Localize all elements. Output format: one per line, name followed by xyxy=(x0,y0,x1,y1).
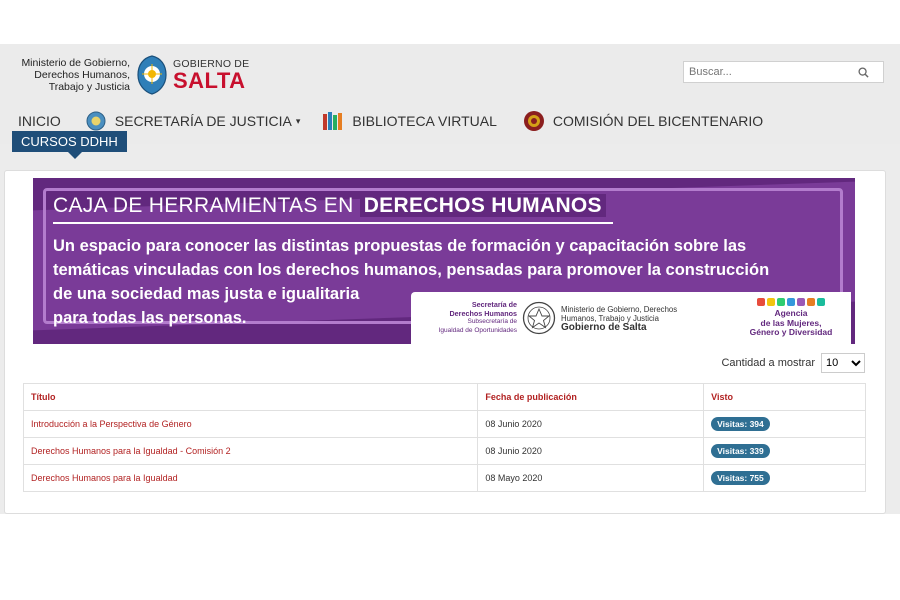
logo-text: Igualdad de Oportunidades xyxy=(438,326,517,334)
banner-title: CAJA DE HERRAMIENTAS EN DERECHOS HUMANOS xyxy=(53,194,606,218)
views-cell: Visitas: 755 xyxy=(703,464,866,492)
books-icon xyxy=(323,112,343,130)
publication-date: 08 Junio 2020 xyxy=(477,437,705,465)
page-size-control: Cantidad a mostrar 10 xyxy=(721,353,865,373)
nav-label: BIBLIOTECA VIRTUAL xyxy=(352,113,497,129)
justice-shield-icon xyxy=(86,111,106,131)
logo-text: Subsecretaría de xyxy=(467,318,517,325)
course-title-link[interactable]: Derechos Humanos para la Igualdad xyxy=(22,464,479,492)
banner-title-highlight: DERECHOS HUMANOS xyxy=(359,194,606,217)
logo-text: Género y Diversidad xyxy=(749,327,833,338)
nav-label: COMISIÓN DEL BICENTENARIO xyxy=(552,113,764,129)
courses-table: Título Fecha de publicación Visto Introd… xyxy=(22,383,866,492)
faces-icon xyxy=(741,298,841,307)
search-box xyxy=(683,61,884,83)
logo-text: Gobierno de Salta xyxy=(561,321,647,333)
ministry-name: Ministerio de Gobierno, Derechos Humanos… xyxy=(12,57,130,93)
page-frame: Ministerio de Gobierno, Derechos Humanos… xyxy=(0,44,900,514)
gov-big-text: SALTA xyxy=(173,67,246,93)
logo-text: Ministerio de Gobierno, Derechos xyxy=(561,304,678,314)
views-badge: Visitas: 339 xyxy=(711,444,770,458)
banner-title-prefix: CAJA DE HERRAMIENTAS EN xyxy=(53,194,354,217)
nav-item-cursos-ddhh[interactable]: CURSOS DDHH xyxy=(12,131,127,159)
banner-text-line: Un espacio para conocer las distintas pr… xyxy=(53,237,747,255)
views-cell: Visitas: 394 xyxy=(703,410,866,438)
course-title-link[interactable]: Introducción a la Perspectiva de Género xyxy=(22,410,479,438)
logo-text: Derechos Humanos xyxy=(449,308,517,318)
nav-label: INICIO xyxy=(18,113,61,129)
publication-date: 08 Mayo 2020 xyxy=(477,464,705,492)
site-logo[interactable]: Ministerio de Gobierno, Derechos Humanos… xyxy=(12,54,249,96)
ministry-line: Derechos Humanos, xyxy=(34,69,130,81)
publication-date: 08 Junio 2020 xyxy=(477,410,705,438)
table-row: Derechos Humanos para la Igualdad - Comi… xyxy=(22,437,866,465)
bicentenario-seal-icon xyxy=(523,111,544,131)
column-header-fecha[interactable]: Fecha de publicación xyxy=(477,383,705,411)
search-icon[interactable] xyxy=(854,63,872,81)
main-nav: INICIO SECRETARÍA DE JUSTICIA ▾ BIBLIOTE… xyxy=(0,106,900,136)
secretaria-ddhh-logo: Secretaría de Derechos Humanos Subsecret… xyxy=(411,300,517,335)
course-title-link[interactable]: Derechos Humanos para la Igualdad - Comi… xyxy=(22,437,479,465)
ministerio-logo-text: Ministerio de Gobierno, Derechos Humanos… xyxy=(561,304,681,333)
column-header-titulo[interactable]: Título xyxy=(22,383,479,411)
agencia-mujeres-logo: Agencia de las Mujeres, Género y Diversi… xyxy=(741,298,841,338)
table-header-row: Título Fecha de publicación Visto xyxy=(22,383,866,411)
nav-label: SECRETARÍA DE JUSTICIA xyxy=(114,113,292,129)
views-cell: Visitas: 339 xyxy=(703,437,866,465)
views-badge: Visitas: 755 xyxy=(711,471,770,485)
search-input[interactable] xyxy=(684,62,854,82)
table-row: Derechos Humanos para la Igualdad 08 May… xyxy=(22,464,866,492)
ministry-line: Ministerio de Gobierno, xyxy=(21,57,130,69)
column-header-visto[interactable]: Visto xyxy=(703,383,866,411)
nav-item-comision-bicentenario[interactable]: COMISIÓN DEL BICENTENARIO xyxy=(523,110,763,132)
ministry-line: Trabajo y Justicia xyxy=(48,81,130,93)
chevron-down-icon: ▾ xyxy=(295,115,301,126)
page-size-select[interactable]: 10 xyxy=(821,353,865,373)
banner-logos: Secretaría de Derechos Humanos Subsecret… xyxy=(411,292,851,344)
banner-text-line: temáticas vinculadas con los derechos hu… xyxy=(53,261,770,279)
banner-title-underline xyxy=(53,222,613,224)
nav-item-inicio[interactable]: INICIO xyxy=(18,113,61,129)
nav-item-biblioteca-virtual[interactable]: BIBLIOTECA VIRTUAL xyxy=(322,110,497,132)
views-badge: Visitas: 394 xyxy=(711,417,770,431)
nav-item-secretaria-justicia[interactable]: SECRETARÍA DE JUSTICIA ▾ xyxy=(85,110,301,132)
derechos-humanos-banner: CAJA DE HERRAMIENTAS EN DERECHOS HUMANOS… xyxy=(33,178,855,344)
gobierno-logo-text: GOBIERNO DE SALTA xyxy=(173,58,249,93)
main-content: CAJA DE HERRAMIENTAS EN DERECHOS HUMANOS… xyxy=(4,170,886,514)
site-header: Ministerio de Gobierno, Derechos Humanos… xyxy=(0,44,900,159)
page-size-label: Cantidad a mostrar xyxy=(721,357,815,369)
table-row: Introducción a la Perspectiva de Género … xyxy=(22,410,866,438)
salta-shield-icon xyxy=(137,55,167,95)
ministry-seal-icon xyxy=(522,301,556,335)
